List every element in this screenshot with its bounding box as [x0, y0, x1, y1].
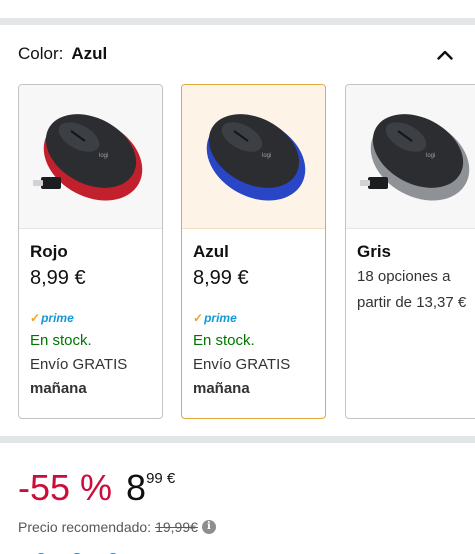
- discount-percentage: -55 %: [18, 467, 113, 508]
- shipping-info: Envío GRATIS: [30, 356, 128, 373]
- check-icon: ✓: [193, 311, 204, 325]
- price-fraction: 99 €: [146, 470, 176, 487]
- shipping-date: mañana: [30, 380, 87, 397]
- product-image: logi: [19, 85, 162, 229]
- shipping-date: mañana: [193, 380, 250, 397]
- shipping-info: Envío GRATIS: [193, 356, 291, 373]
- variant-options: 18 opciones a: [357, 268, 451, 285]
- variant-card-azul[interactable]: logi Azul 8,99 € ✓ prime En stock. Envío …: [181, 84, 326, 419]
- cut-off-content: [38, 548, 158, 554]
- variant-name: Rojo: [30, 242, 68, 261]
- variant-card-gris[interactable]: logi Gris 18 opciones a partir de 13,37 …: [345, 84, 475, 419]
- section-divider-bottom: [0, 436, 475, 443]
- product-image: logi: [346, 85, 475, 229]
- chevron-up-icon[interactable]: [432, 42, 458, 68]
- mouse-image: logi: [206, 114, 306, 201]
- info-icon[interactable]: i: [201, 520, 216, 534]
- variant-name: Azul: [193, 242, 229, 261]
- variant-card-rojo[interactable]: logi Rojo 8,99 € ✓ prime En stock. Envío …: [18, 84, 163, 419]
- stock-status: En stock.: [193, 332, 255, 349]
- mouse-image: logi: [360, 114, 470, 201]
- price-block: -55 % 8 99 €: [18, 466, 175, 512]
- svg-text:logi: logi: [426, 153, 435, 159]
- color-label: Color:: [18, 44, 64, 63]
- stock-status: En stock.: [30, 332, 92, 349]
- svg-text:logi: logi: [262, 153, 271, 159]
- svg-text:logi: logi: [99, 153, 108, 159]
- section-divider-top: [0, 18, 475, 25]
- recommended-price-label: Precio recomendado:: [18, 519, 152, 535]
- check-icon: ✓: [30, 311, 41, 325]
- recommended-price-row: Precio recomendado: 19,99€ i: [18, 519, 216, 535]
- recommended-price: 19,99€: [155, 519, 198, 535]
- variant-price: 8,99 €: [30, 267, 86, 289]
- variant-options-price: partir de 13,37 €: [357, 294, 467, 311]
- mouse-image: logi: [33, 114, 143, 201]
- prime-badge: ✓ prime: [193, 311, 237, 325]
- color-selector-header[interactable]: Color: Azul: [18, 44, 458, 66]
- product-image: logi: [182, 85, 325, 229]
- price-whole: 8: [126, 467, 147, 508]
- selected-color-value: Azul: [71, 44, 108, 63]
- variant-name: Gris: [357, 242, 392, 261]
- variant-price: 8,99 €: [193, 267, 249, 289]
- color-variant-carousel[interactable]: logi Rojo 8,99 € ✓ prime En stock. Envío …: [18, 84, 475, 420]
- prime-badge: ✓ prime: [30, 311, 74, 325]
